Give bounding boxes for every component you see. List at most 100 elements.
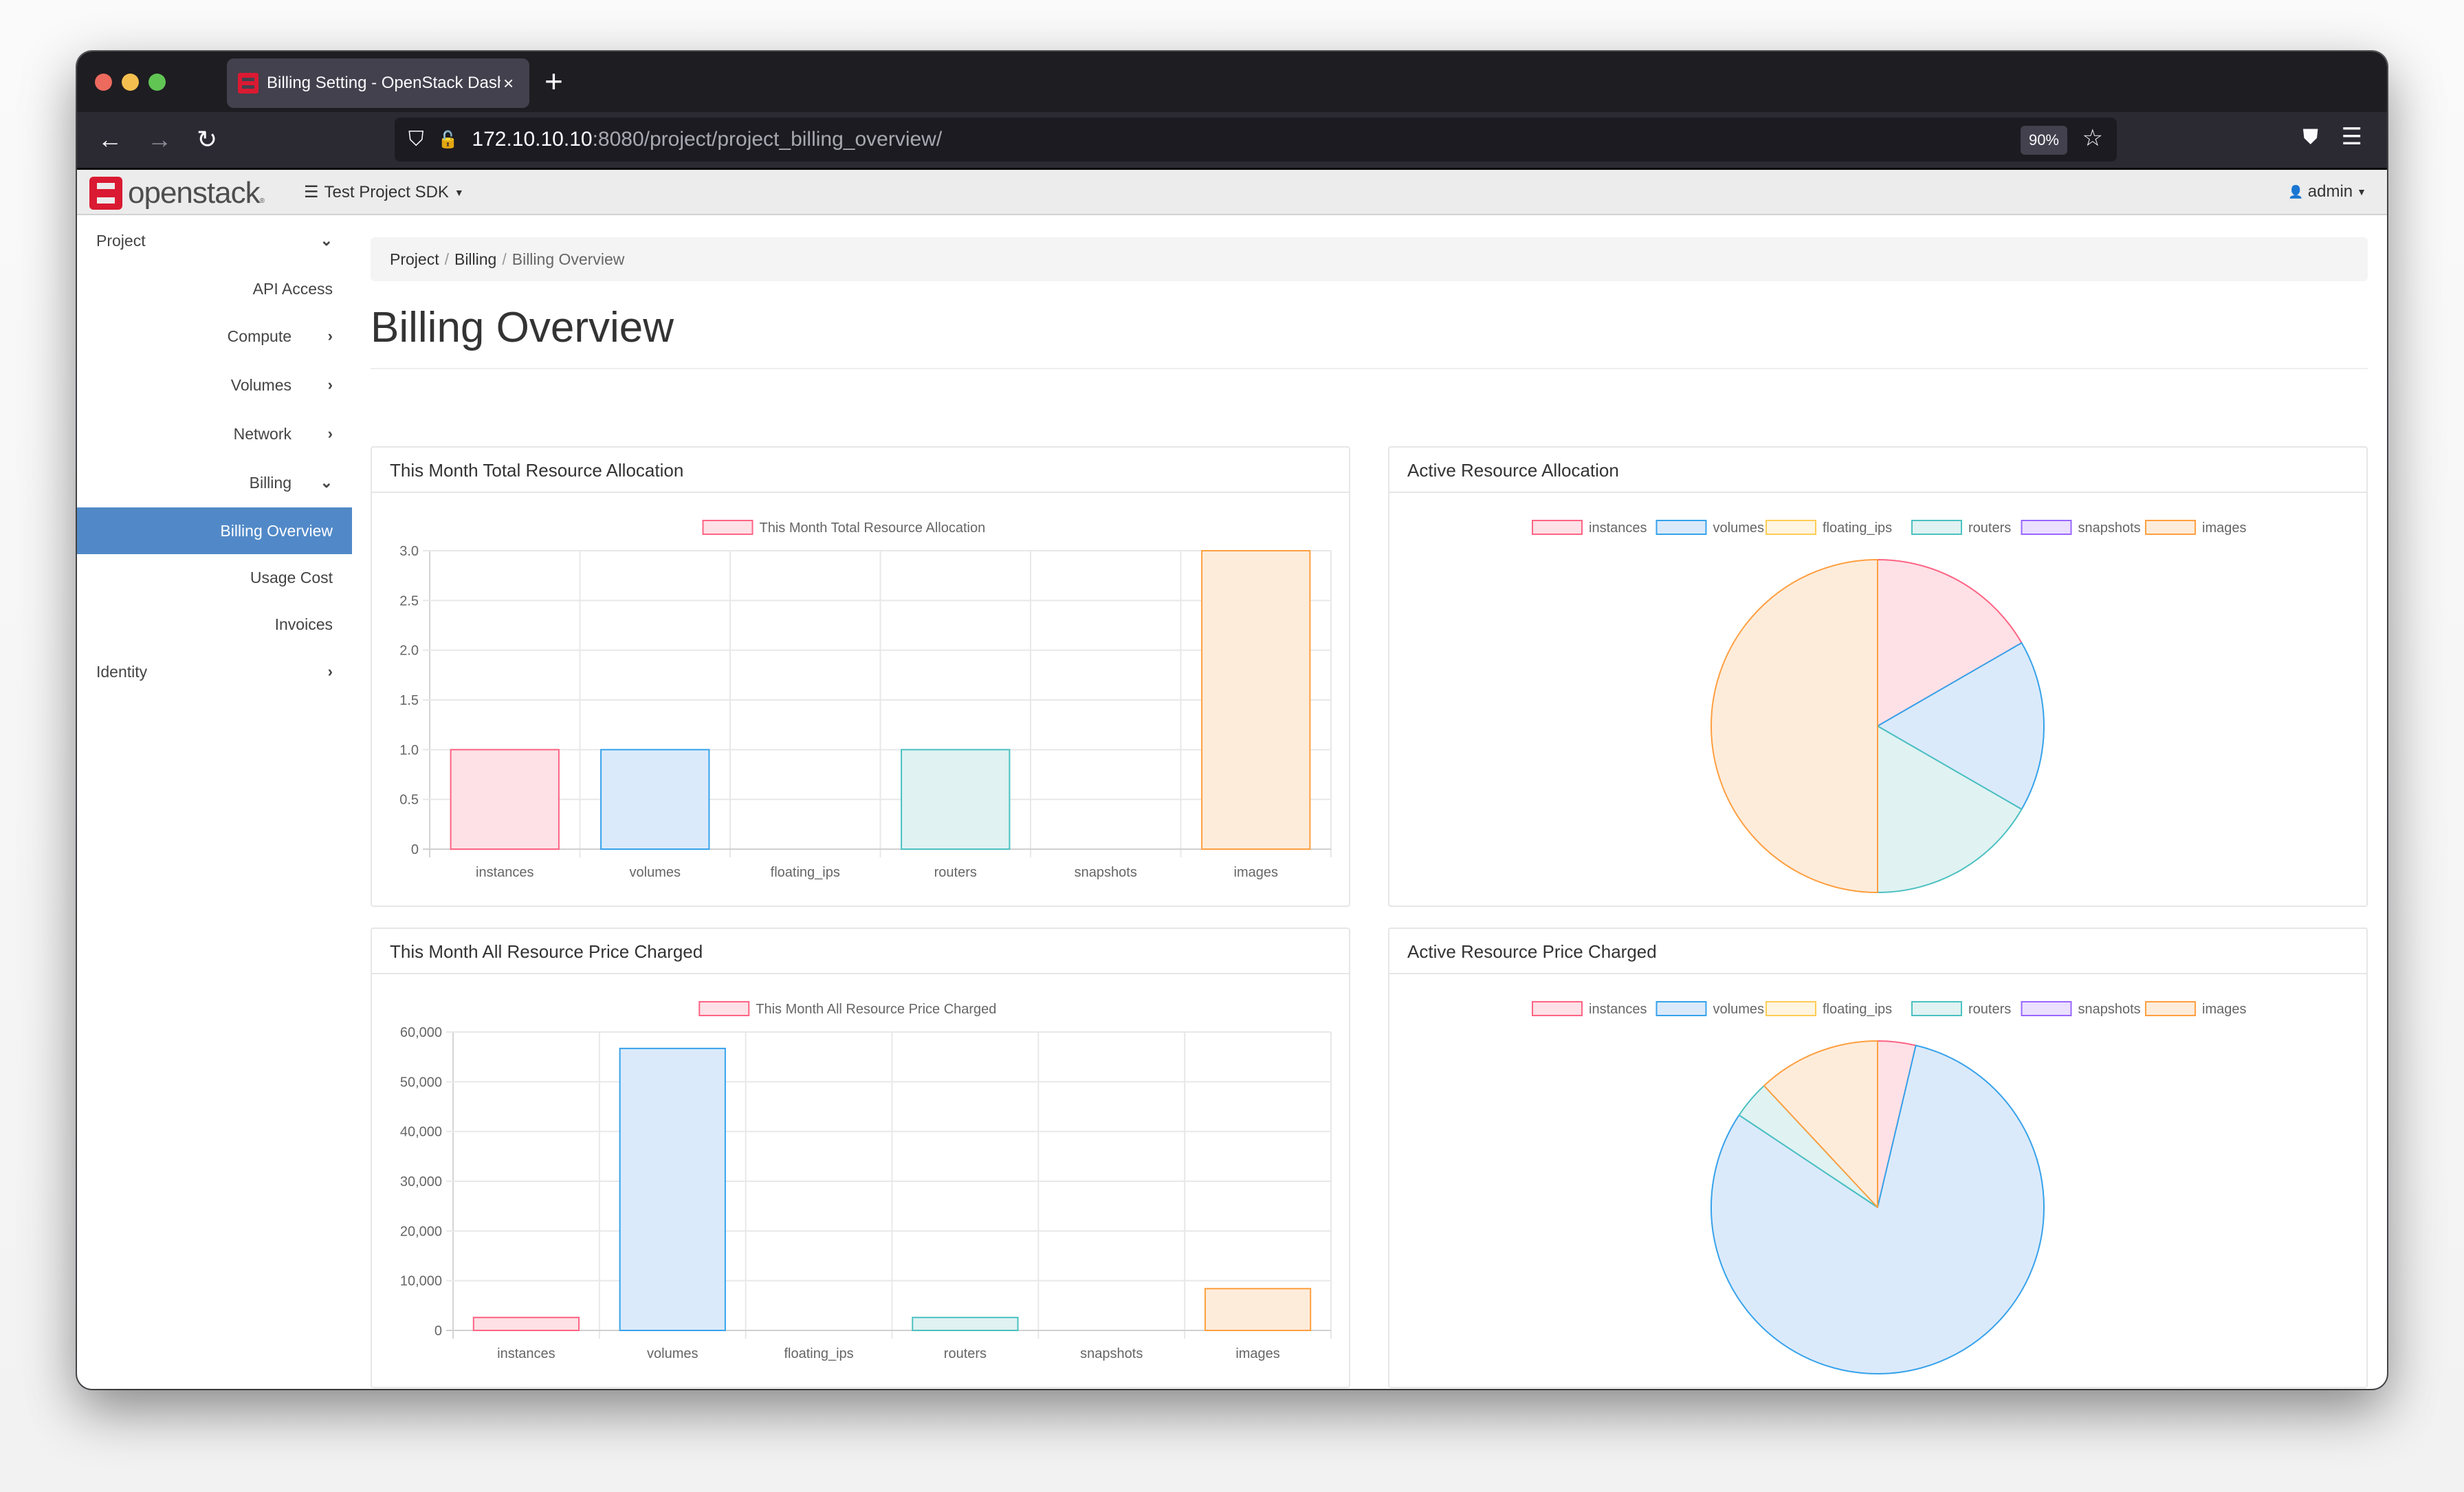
breadcrumb-billing[interactable]: Billing [454,250,496,269]
y-tick-label: 10,000 [400,1274,442,1289]
legend-swatch [2021,520,2072,535]
legend-label: snapshots [2078,1002,2141,1017]
url-host: 172.10.10.10 [472,128,593,151]
legend-label: images [2202,520,2246,536]
sidebar-item-label: Identity [96,663,148,681]
sidebar-item-label: API Access [252,279,333,298]
new-tab-button[interactable]: + [544,63,563,100]
sidebar-item-compute[interactable]: Compute › [77,312,352,361]
chevron-right-icon: › [327,663,333,680]
address-bar[interactable]: ⛉ 🔓 172.10.10.10:8080/project/project_bi… [395,118,2117,162]
caret-down-icon: ▼ [2357,186,2366,197]
user-icon: 👤 [2288,184,2304,199]
user-name: admin [2307,182,2353,201]
sidebar-item-label: Network [233,425,292,443]
bar-instances [450,749,560,851]
y-tick-label: 60,000 [400,1025,442,1040]
tab-billing-setting[interactable]: Billing Setting - OpenStack Dash × [227,58,529,108]
sidebar-item-project[interactable]: Project ⌄ [77,217,352,265]
user-menu[interactable]: 👤 admin ▼ [2288,182,2366,201]
legend-swatch [1656,520,1707,535]
bar-routers [912,1317,1019,1331]
legend-swatch [1656,1001,1707,1016]
legend-swatch [702,520,754,535]
forward-icon[interactable]: → [147,124,172,155]
openstack-logo[interactable]: openstack ® [89,176,265,210]
openstack-header: openstack ® ☰ Test Project SDK ▼ 👤 admin… [77,170,2387,215]
pocket-icon[interactable]: ⛊ [2303,126,2319,149]
legend-swatch [1532,520,1583,535]
project-name: Test Project SDK [324,182,449,201]
sidebar-item-billing-overview[interactable]: Billing Overview [77,507,352,554]
breadcrumb-separator: / [502,250,507,268]
legend-swatch [1766,1001,1816,1016]
bar-volumes [600,749,710,851]
panel-price-charged: This Month All Resource Price Charged Th… [371,928,1350,1388]
project-selector[interactable]: ☰ Test Project SDK ▼ [304,182,464,202]
legend-label: floating_ips [1823,520,1892,536]
y-tick-label: 3.0 [399,544,419,559]
breadcrumb-billing-overview: Billing Overview [512,250,625,268]
sidebar-item-invoices[interactable]: Invoices [77,601,352,648]
shield-icon[interactable]: ⛉ [408,128,424,151]
reload-icon[interactable]: ↻ [197,124,217,155]
close-window-button[interactable] [95,74,112,91]
bar-images [1204,1288,1312,1331]
bar-routers [901,749,1011,851]
y-tick-label: 0 [411,842,419,857]
insecure-lock-icon[interactable]: 🔓 [438,130,459,150]
legend-swatch [698,1001,750,1016]
chevron-right-icon: › [327,376,333,393]
legend-label: images [2202,1002,2246,1017]
zoom-window-button[interactable] [148,74,166,91]
page-title: Billing Overview [371,304,674,351]
breadcrumb: Project / Billing / Billing Overview [371,237,2368,281]
breadcrumb-project[interactable]: Project [390,250,439,269]
sidebar-item-network[interactable]: Network › [77,410,352,459]
title-divider [371,368,2368,369]
project-list-icon: ☰ [304,183,319,201]
x-tick-label: images [1234,865,1278,880]
panel-total-allocation: This Month Total Resource Allocation Thi… [371,446,1350,907]
x-tick-label: instances [497,1346,556,1361]
sidebar-item-volumes[interactable]: Volumes › [77,361,352,410]
sidebar-item-billing[interactable]: Billing ⌄ [77,459,352,507]
bar-volumes [619,1047,726,1332]
legend-swatch [1911,1001,1962,1016]
y-tick-label: 0 [434,1324,442,1339]
panel-active-allocation: Active Resource Allocation instances volu… [1388,446,2368,907]
legend-label: routers [1968,1002,2011,1017]
x-tick-label: floating_ips [771,865,840,880]
minimize-window-button[interactable] [122,74,139,91]
bookmark-star-icon[interactable]: ☆ [2082,124,2103,152]
legend-label: routers [1968,520,2011,536]
sidebar-item-label: Compute [227,327,292,345]
back-icon[interactable]: ← [98,124,122,155]
chart-price-charged-bar: This Month All Resource Price Charged 0 10… [400,1001,1332,1361]
hamburger-menu-icon[interactable]: ☰ [2342,123,2362,151]
bar-instances [472,1317,580,1331]
tab-bar: Billing Setting - OpenStack Dash × + [77,52,2387,112]
sidebar-item-identity[interactable]: Identity › [77,648,352,696]
sidebar-item-api-access[interactable]: API Access [77,265,352,312]
x-tick-label: images [1235,1346,1279,1361]
y-tick-label: 50,000 [400,1075,442,1090]
zoom-level-badge[interactable]: 90% [2020,126,2067,155]
browser-window: Billing Setting - OpenStack Dash × + ← →… [77,52,2387,1389]
y-tick-label: 0.5 [399,793,419,808]
pie-slice-images [1710,559,1878,893]
sidebar: Project ⌄ API Access Compute › Volumes ›… [77,217,352,696]
close-tab-icon[interactable]: × [503,73,514,94]
legend-swatch [2021,1001,2072,1016]
panel-active-price: Active Resource Price Charged instances v… [1388,928,2368,1388]
panel-title: This Month All Resource Price Charged [372,929,1349,974]
openstack-favicon-icon [238,73,258,94]
x-tick-label: routers [944,1346,987,1361]
navigation-bar: ← → ↻ ⛉ 🔓 172.10.10.10:8080/project/proj… [77,112,2387,170]
chart-active-allocation-pie: instances volumes floating_ips routers snaps… [1532,520,2246,893]
chevron-right-icon: › [327,425,333,442]
bar-images [1201,550,1311,850]
legend-label: floating_ips [1823,1002,1892,1017]
chart-total-allocation-bar: This Month Total Resource Allocation 0 0.5… [399,520,1332,880]
sidebar-item-usage-cost[interactable]: Usage Cost [77,554,352,601]
